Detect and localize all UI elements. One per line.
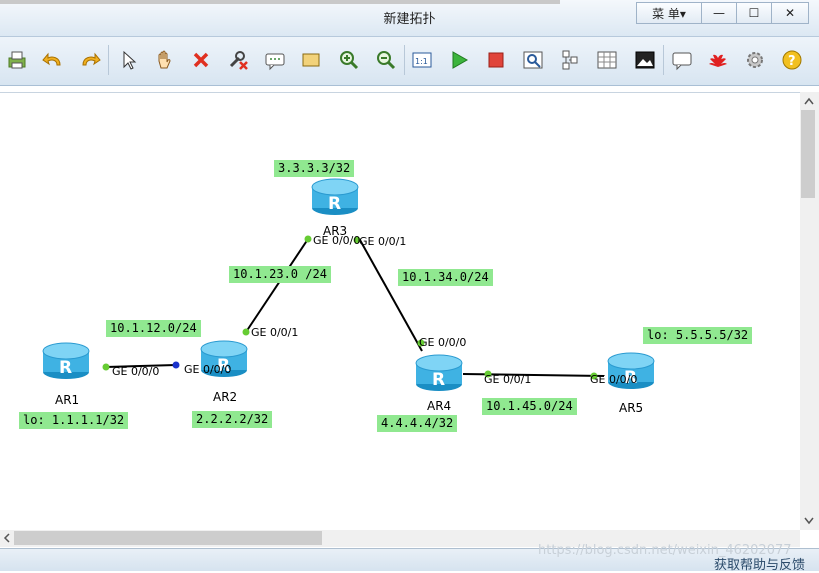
port-label-ar3-g000: GE 0/0/0 [313,234,361,247]
fit-topology-icon[interactable]: 1:1 [409,47,435,73]
horizontal-scroll-thumb[interactable] [14,531,322,545]
topology-links [102,235,605,380]
port-dot [304,235,312,243]
port-label-ar5-g000: GE 0/0/0 [590,373,638,386]
select-pointer-icon[interactable] [115,47,141,73]
watermark: https://blog.csdn.net/weixin_46202077 [538,543,792,558]
maximize-button[interactable]: ☐ [736,2,772,24]
print-icon[interactable] [4,47,30,73]
address-label-ar2-loopback[interactable]: 2.2.2.2/32 [192,411,273,428]
address-label-ar3-loopback[interactable]: 3.3.3.3/32 [274,160,355,177]
delete-icon[interactable] [188,47,214,73]
svg-text:R: R [59,358,72,378]
address-label-ar1-loopback[interactable]: lo: 1.1.1.1/32 [19,412,129,429]
port-dot [102,363,110,371]
port-label-ar3-g001: GE 0/0/1 [359,235,407,248]
router-ar3-icon[interactable]: R [311,178,359,216]
port-dot [242,328,250,336]
grid-icon[interactable] [594,47,620,73]
menu-button[interactable]: 菜 单▾ [636,2,702,24]
rectangle-icon[interactable] [298,47,324,73]
title-bar: 新建拓扑 菜 单▾ — ☐ ✕ [0,0,819,37]
pan-hand-icon[interactable] [151,47,177,73]
port-label-ar1-g000: GE 0/0/0 [112,365,160,378]
router-ar5-name: AR5 [619,401,644,415]
address-label-ar4-loopback[interactable]: 4.4.4.4/32 [377,415,458,432]
settings-icon[interactable] [742,47,768,73]
link-ar2-ar3[interactable] [245,238,309,333]
router-ar1-name: AR1 [55,393,80,407]
port-label-ar4-g000: GE 0/0/0 [419,336,467,349]
zoom-in-icon[interactable] [336,47,362,73]
router-ar4-name: AR4 [427,399,452,413]
port-label-ar2-g000: GE 0/0/0 [184,363,232,376]
capture-icon[interactable] [520,47,546,73]
svg-text:R: R [328,194,341,214]
network-label-23[interactable]: 10.1.23.0 /24 [229,266,331,283]
stop-device-icon[interactable] [483,47,509,73]
window-controls: 菜 单▾ — ☐ ✕ [636,2,809,24]
svg-text:1:1: 1:1 [415,57,428,66]
port-dot-selected [172,361,180,369]
close-button[interactable]: ✕ [771,2,809,24]
router-ar4-icon[interactable]: R [415,354,463,392]
help-icon[interactable]: ? [779,47,805,73]
toolbar: 1:1 ? [0,37,819,86]
address-label-ar5-loopback[interactable]: lo: 5.5.5.5/32 [643,327,753,344]
svg-text:R: R [432,370,445,390]
huawei-logo-icon[interactable] [705,47,731,73]
router-ar1-icon[interactable]: R [42,342,90,380]
minimize-button[interactable]: — [701,2,737,24]
start-device-icon[interactable] [446,47,472,73]
network-label-34[interactable]: 10.1.34.0/24 [398,269,493,286]
snapshot-icon[interactable] [632,47,658,73]
router-ar2-name: AR2 [213,390,238,404]
undo-icon[interactable] [40,47,66,73]
topology-canvas[interactable] [0,92,800,531]
title-bar-strip [0,0,560,4]
port-label-ar2-g001: GE 0/0/1 [251,326,299,339]
text-note-icon[interactable] [262,47,288,73]
delete-link-icon[interactable] [225,47,251,73]
port-label-ar4-g001: GE 0/0/1 [484,373,532,386]
svg-text:?: ? [788,54,796,69]
vertical-scroll-thumb[interactable] [801,110,815,198]
chat-icon[interactable] [669,47,695,73]
link-ar3-ar4[interactable] [359,239,423,352]
topology-icon[interactable] [557,47,583,73]
network-label-45[interactable]: 10.1.45.0/24 [482,398,577,415]
network-label-12[interactable]: 10.1.12.0/24 [106,320,201,337]
zoom-out-icon[interactable] [373,47,399,73]
redo-icon[interactable] [77,47,103,73]
